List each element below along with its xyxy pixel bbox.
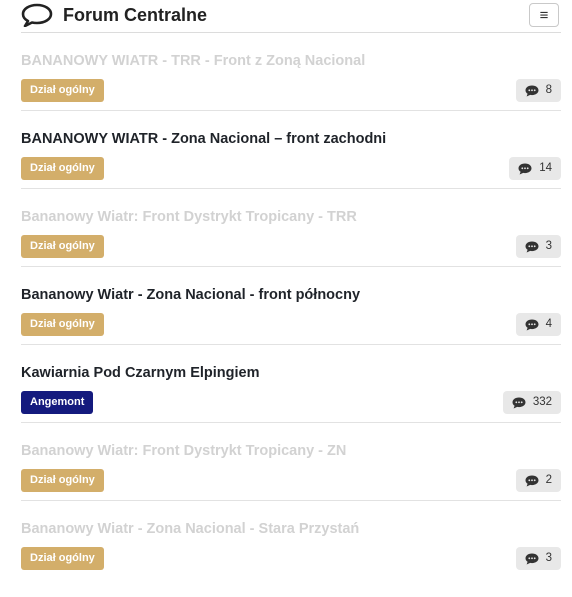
topic-title-link[interactable]: Bananowy Wiatr - Zona Nacional - front p… [21,287,360,303]
comment-icon [525,553,539,564]
page-title: Forum Centralne [63,5,208,25]
topic-item: BANANOWY WIATR - TRR - Front z Zoną Naci… [21,33,561,111]
category-badge[interactable]: Dział ogólny [21,157,104,180]
reply-count-value: 8 [545,84,552,96]
topic-item: Bananowy Wiatr: Front Dystrykt Tropicany… [21,189,561,267]
topic-item: Kawiarnia Pod Czarnym Elpingiem Angemont… [21,345,561,423]
forum-header: Forum Centralne ≡ [21,0,561,33]
menu-button[interactable]: ≡ [529,3,559,27]
reply-count: 3 [515,547,561,570]
speech-bubble-icon [21,3,53,27]
comment-icon [525,319,539,330]
reply-count-value: 3 [545,552,552,564]
category-badge[interactable]: Dział ogólny [21,79,104,102]
topic-item: Bananowy Wiatr - Zona Nacional - front p… [21,267,561,345]
topic-item: BANANOWY WIATR - Zona Nacional – front z… [21,111,561,189]
reply-count: 14 [509,157,561,180]
reply-count-value: 4 [545,318,552,330]
topic-title-link[interactable]: Bananowy Wiatr: Front Dystrykt Tropicany… [21,209,357,225]
reply-count: 2 [515,469,561,492]
topic-title-link[interactable]: BANANOWY WIATR - Zona Nacional – front z… [21,131,386,147]
topic-item: Bananowy Wiatr: Front Dystrykt Tropicany… [21,423,561,501]
reply-count: 8 [515,79,561,102]
topic-list: BANANOWY WIATR - TRR - Front z Zoną Naci… [21,33,561,578]
comment-icon [512,397,526,408]
reply-count: 4 [515,313,561,336]
category-badge[interactable]: Dział ogólny [21,235,104,258]
reply-count: 3 [515,235,561,258]
hamburger-menu-icon: ≡ [539,6,549,24]
category-badge[interactable]: Dział ogólny [21,547,104,570]
reply-count-value: 3 [545,240,552,252]
topic-title-link[interactable]: Bananowy Wiatr - Zona Nacional - Stara P… [21,521,359,537]
comment-icon [518,163,532,174]
reply-count: 332 [502,391,561,414]
reply-count-value: 332 [532,396,552,408]
reply-count-value: 14 [539,162,552,174]
topic-title-link[interactable]: Bananowy Wiatr: Front Dystrykt Tropicany… [21,443,346,459]
category-badge[interactable]: Dział ogólny [21,469,104,492]
comment-icon [525,85,539,96]
comment-icon [525,475,539,486]
topic-title-link[interactable]: Kawiarnia Pod Czarnym Elpingiem [21,365,260,381]
reply-count-value: 2 [545,474,552,486]
topic-item: Bananowy Wiatr - Zona Nacional - Stara P… [21,501,561,578]
topic-title-link[interactable]: BANANOWY WIATR - TRR - Front z Zoną Naci… [21,53,365,69]
comment-icon [525,241,539,252]
category-badge[interactable]: Angemont [21,391,94,414]
category-badge[interactable]: Dział ogólny [21,313,104,336]
